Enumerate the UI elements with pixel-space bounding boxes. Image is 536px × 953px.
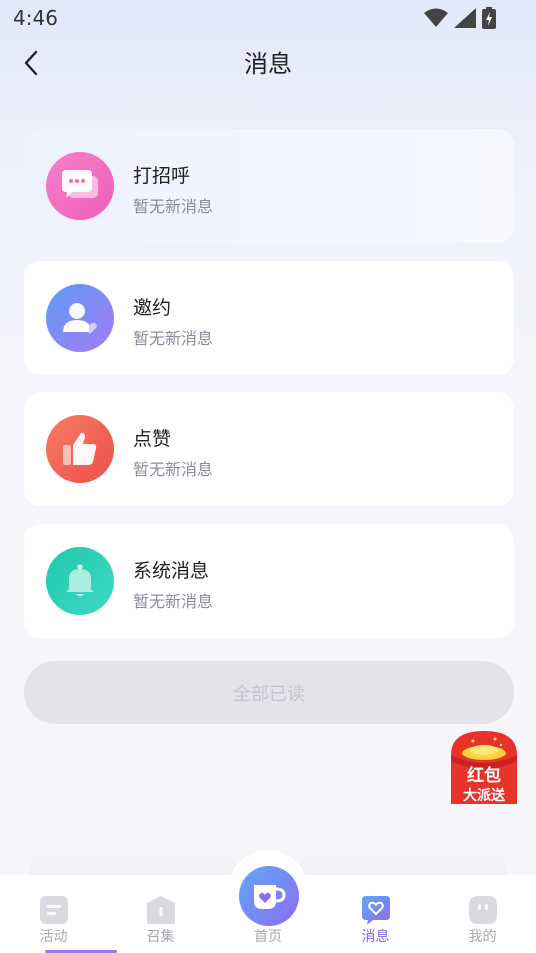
- status-time: 4:46: [13, 6, 58, 30]
- tab-profile[interactable]: 我的: [429, 875, 536, 953]
- tab-messages[interactable]: 消息: [322, 875, 429, 953]
- red-packet-line1: 红包: [467, 765, 501, 786]
- invitation-avatar: [46, 284, 114, 352]
- message-subtitle: 暂无新消息: [133, 329, 214, 348]
- tab-gather[interactable]: 召集: [107, 875, 214, 953]
- header: 消息: [0, 36, 536, 88]
- message-card-greeting[interactable]: 打招呼 暂无新消息: [24, 129, 514, 243]
- message-card-likes[interactable]: 点赞 暂无新消息: [24, 392, 514, 506]
- battery-charging-icon: [482, 7, 496, 29]
- profile-face-icon: [468, 896, 497, 924]
- system-avatar: [46, 547, 114, 615]
- message-subtitle: 暂无新消息: [133, 197, 214, 216]
- message-title: 系统消息: [133, 560, 210, 582]
- message-subtitle: 暂无新消息: [133, 460, 214, 479]
- likes-avatar: [46, 415, 114, 483]
- tab-label: 召集: [146, 929, 175, 945]
- message-title: 邀约: [133, 297, 172, 319]
- message-subtitle: 暂无新消息: [133, 592, 214, 611]
- tab-label: 消息: [361, 929, 390, 945]
- activity-icon: [39, 896, 68, 924]
- page-title: 消息: [244, 50, 292, 78]
- tab-label: 活动: [39, 929, 68, 945]
- chat-bubble-icon: [62, 170, 98, 198]
- greeting-avatar: [46, 152, 114, 220]
- cell-signal-icon: [454, 8, 476, 28]
- cup-heart-icon: [254, 885, 286, 909]
- tab-label[interactable]: 首页: [228, 926, 308, 946]
- message-heart-icon: [361, 896, 390, 925]
- message-card-system[interactable]: 系统消息 暂无新消息: [24, 524, 514, 638]
- mark-all-read-button[interactable]: 全部已读: [24, 661, 514, 724]
- red-packet-line2: 大派送: [463, 787, 506, 804]
- red-packet-promo[interactable]: 红包 大派送: [451, 731, 517, 804]
- message-card-invitation[interactable]: 邀约 暂无新消息: [24, 261, 514, 375]
- wifi-icon: [424, 8, 448, 27]
- tab-activity[interactable]: 活动: [0, 875, 107, 953]
- gather-icon: [146, 896, 175, 924]
- tab-home[interactable]: [239, 866, 299, 926]
- tab-label: 我的: [468, 929, 497, 945]
- status-bar: 4:46: [0, 0, 536, 36]
- message-title: 点赞: [133, 428, 172, 450]
- status-icons: [424, 7, 496, 29]
- thumbs-up-icon: [63, 432, 97, 465]
- user-heart-icon: [63, 303, 97, 334]
- red-packet-icon: 红包 大派送: [451, 731, 517, 804]
- message-title: 打招呼: [133, 165, 191, 187]
- bell-icon: [66, 564, 94, 596]
